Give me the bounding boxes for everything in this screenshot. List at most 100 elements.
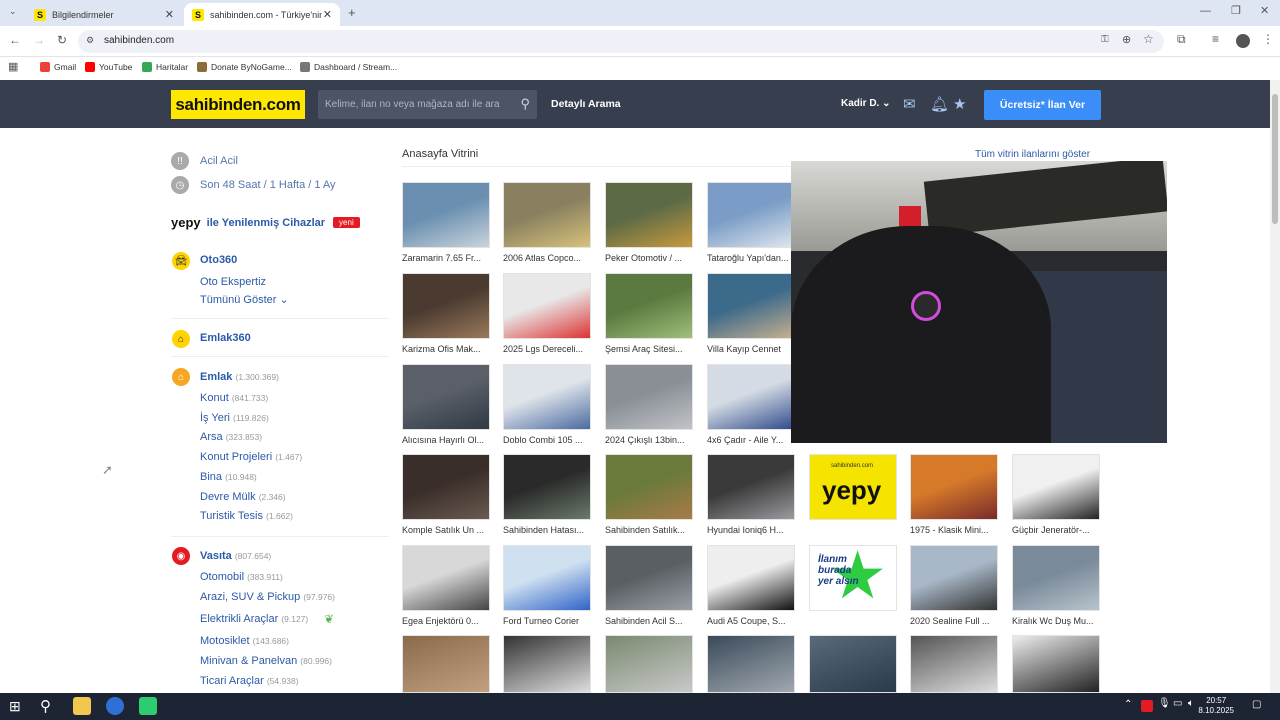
listing-thumbnail[interactable] — [503, 273, 591, 339]
listing-thumbnail[interactable] — [503, 545, 591, 611]
listing-thumbnail[interactable] — [402, 454, 490, 520]
minimize-icon[interactable]: — — [1200, 5, 1211, 17]
listing-thumbnail[interactable] — [707, 273, 795, 339]
favorites-star-icon[interactable]: ★ — [953, 95, 966, 113]
listing-thumbnail[interactable] — [707, 454, 795, 520]
showcase-card[interactable]: Villa Kayıp Cennet — [707, 273, 795, 361]
search-icon[interactable]: ⚲ — [520, 96, 530, 112]
listing-title[interactable]: 4x6 Çadır - Aile Y... — [707, 435, 801, 445]
showcase-card[interactable]: Peker Otomotiv / ... — [605, 182, 693, 270]
maximize-icon[interactable]: ❐ — [1231, 4, 1241, 17]
listing-thumbnail[interactable] — [809, 635, 897, 693]
sidebar-subcategory[interactable]: Turistik Tesis (1.662) — [200, 510, 293, 522]
yepy-ad-tile[interactable]: sahibinden.com yepy — [809, 454, 897, 520]
listing-thumbnail[interactable] — [503, 635, 591, 693]
listing-thumbnail[interactable] — [707, 545, 795, 611]
showcase-card[interactable]: Zaramarin 7.65 Fr... — [402, 182, 490, 270]
file-explorer-icon[interactable] — [73, 697, 91, 715]
listing-title[interactable]: 1975 - Klasik Mini... — [910, 525, 1004, 535]
apps-icon[interactable]: ▦ — [8, 60, 18, 73]
listing-title[interactable]: Zaramarin 7.65 Fr... — [402, 253, 496, 263]
listing-title[interactable]: 2024 Çıkışlı 13bin... — [605, 435, 699, 445]
reload-icon[interactable]: ↻ — [57, 33, 67, 47]
new-tab-icon[interactable]: + — [348, 5, 356, 20]
windows-start-icon[interactable]: ⊞ — [9, 698, 21, 715]
showcase-card[interactable]: Şemsi Araç Sitesi... — [605, 273, 693, 361]
sidebar-subcategory[interactable]: Devre Mülk (2.346) — [200, 491, 286, 503]
sidebar-urgent[interactable]: Acil Acil — [200, 155, 238, 167]
listing-thumbnail[interactable] — [910, 635, 998, 693]
listing-thumbnail[interactable] — [402, 635, 490, 693]
showcase-card[interactable]: 2025 Lgs Dereceli... — [503, 273, 591, 361]
notification-bell-icon[interactable]: 🔔︎ — [930, 95, 949, 113]
bookmark-youtube[interactable]: YouTube — [85, 62, 132, 72]
listing-title[interactable]: Ford Turneo Corier — [503, 616, 597, 626]
listing-thumbnail[interactable] — [402, 273, 490, 339]
listing-title[interactable]: Villa Kayıp Cennet — [707, 344, 801, 354]
chrome-icon[interactable] — [106, 697, 124, 715]
sidebar-show-all[interactable]: Tümünü Göster ⌄ — [200, 293, 289, 306]
listing-thumbnail[interactable] — [605, 364, 693, 430]
listing-title[interactable]: Sahibinden Satılık... — [605, 525, 699, 535]
sidebar-subcategory[interactable]: Konut Projeleri (1.467) — [200, 451, 302, 463]
tab-search-icon[interactable]: ⌄ — [9, 6, 17, 17]
sidebar-subcategory[interactable]: Elektrikli Araçlar (9.127) — [200, 613, 308, 625]
tray-app-icon[interactable] — [1141, 700, 1153, 712]
showcase-show-all-link[interactable]: Tüm vitrin ilanlarını göster — [975, 149, 1090, 160]
listing-title[interactable]: 2020 Sealine Full ... — [910, 616, 1004, 626]
showcase-card[interactable]: Sahibinden Acil S... — [605, 545, 693, 633]
listing-title[interactable]: Tataroğlu Yapı'dan... — [707, 253, 801, 263]
listing-thumbnail[interactable] — [402, 545, 490, 611]
listing-thumbnail[interactable] — [1012, 635, 1100, 693]
sidebar-subcategory[interactable]: İş Yeri (119.826) — [200, 412, 269, 424]
showcase-card[interactable]: Hyundai Ioniq6 H... — [707, 454, 795, 542]
listing-title[interactable]: Sahibinden Acil S... — [605, 616, 699, 626]
listing-thumbnail[interactable] — [707, 182, 795, 248]
listing-title[interactable]: Komple Satılık Un ... — [402, 525, 496, 535]
listing-title[interactable]: Hyundai Ioniq6 H... — [707, 525, 801, 535]
sidebar-vasita[interactable]: Vasıta (807.654) — [200, 550, 271, 562]
showcase-card[interactable]: Karizma Ofis Mak... — [402, 273, 490, 361]
showcase-card[interactable]: Egea Enjektörü 0... — [402, 545, 490, 633]
bookmark-haritalar[interactable]: Haritalar — [142, 62, 188, 72]
showcase-card[interactable]: 2020 Sealine Full ... — [910, 545, 998, 633]
listing-title[interactable]: Doblo Combi 105 ... — [503, 435, 597, 445]
listing-thumbnail[interactable] — [503, 182, 591, 248]
sidebar-oto-ekspertiz[interactable]: Oto Ekspertiz — [200, 276, 266, 288]
app-icon[interactable] — [139, 697, 157, 715]
tray-chevron-icon[interactable]: ⌃ — [1124, 699, 1132, 710]
listing-thumbnail[interactable] — [910, 545, 998, 611]
listing-title[interactable]: 2006 Atlas Copco... — [503, 253, 597, 263]
system-clock[interactable]: 20:57 8.10.2025 — [1198, 696, 1234, 716]
user-menu[interactable]: Kadir D. ⌄ — [841, 98, 891, 109]
search-input[interactable]: Kelime, ilan no veya mağaza adı ile ara … — [318, 90, 537, 119]
showcase-card[interactable]: 2006 Atlas Copco... — [503, 182, 591, 270]
showcase-card[interactable]: Alıcısına Hayırlı Ol... — [402, 364, 490, 452]
listing-title[interactable]: Sahibinden Hatası... — [503, 525, 597, 535]
forward-icon[interactable]: → — [33, 33, 45, 47]
listing-thumbnail[interactable] — [605, 182, 693, 248]
sidebar-subcategory[interactable]: Ticari Araçlar (54.938) — [200, 675, 299, 687]
notification-icon[interactable]: ▢ — [1252, 699, 1261, 710]
showcase-card[interactable]: Doblo Combi 105 ... — [503, 364, 591, 452]
scrollbar-thumb[interactable] — [1272, 94, 1278, 224]
sidebar-emlak360[interactable]: Emlak360 — [200, 332, 251, 344]
showcase-card[interactable]: Komple Satılık Un ... — [402, 454, 490, 542]
sidebar-emlak[interactable]: Emlak (1.300.369) — [200, 371, 279, 383]
profile-avatar[interactable] — [1236, 34, 1250, 48]
post-free-ad-button[interactable]: Ücretsiz* İlan Ver — [984, 90, 1101, 120]
listing-thumbnail[interactable] — [503, 454, 591, 520]
listing-title[interactable]: Kiralık Wc Duş Mu... — [1012, 616, 1106, 626]
showcase-card[interactable]: Sahibinden Satılık... — [605, 454, 693, 542]
listing-title[interactable]: Audi A5 Coupe, S... — [707, 616, 801, 626]
microphone-icon[interactable]: 🎙︎ — [1158, 698, 1171, 709]
network-icon[interactable]: ▭ — [1173, 698, 1182, 709]
showcase-card[interactable]: 2024 Çıkışlı 13bin... — [605, 364, 693, 452]
page-scrollbar[interactable] — [1270, 80, 1280, 693]
showcase-card[interactable]: 4x6 Çadır - Aile Y... — [707, 364, 795, 452]
sidebar-subcategory[interactable]: Bina (10.948) — [200, 471, 257, 483]
listing-title[interactable]: Alıcısına Hayırlı Ol... — [402, 435, 496, 445]
sidebar-subcategory[interactable]: Otomobil (383.911) — [200, 571, 283, 583]
sidebar-recent[interactable]: Son 48 Saat / 1 Hafta / 1 Ay — [200, 179, 336, 191]
listing-thumbnail[interactable] — [1012, 454, 1100, 520]
